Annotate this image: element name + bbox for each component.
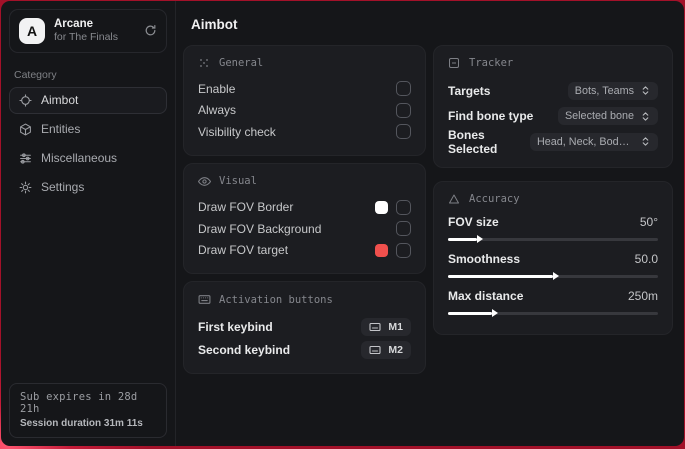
chevrons-up-down-icon [640,85,651,96]
find-bone-type-select[interactable]: Selected bone [557,107,658,126]
card-title: Accuracy [469,192,520,205]
sidebar-item-aimbot[interactable]: Aimbot [9,86,167,114]
smoothness-value: 50.0 [634,252,658,266]
fov-size-value: 50° [639,215,658,229]
tracker-card: Tracker Targets Bots, Teams Find bone ty… [433,45,673,168]
chevrons-up-down-icon [640,136,651,147]
keyboard-icon [369,321,382,333]
enable-checkbox[interactable] [396,81,411,97]
setting-row-find-bone-type: Find bone type Selected bone [448,104,658,130]
draw-fov-target-checkbox[interactable] [396,242,411,258]
card-title: Tracker [469,57,514,69]
setting-row-fov-size: FOV size 50° [448,214,658,241]
setting-row-visibility-check: Visibility check [198,121,411,143]
slider-fill [448,311,493,315]
subscription-status-card: Sub expires in 28d 21h Session duration … [9,383,167,438]
category-label: Category [14,68,57,81]
sidebar-item-settings[interactable]: Settings [9,174,167,201]
sidebar-item-label: Miscellaneous [41,151,118,165]
crosshair-dots-icon [198,57,211,69]
visibility-check-checkbox[interactable] [396,124,411,140]
page-title: Aimbot [191,17,238,32]
app-title: Arcane [54,18,93,30]
max-distance-value: 250m [627,289,658,303]
keyboard-icon [198,293,211,306]
setting-row-enable: Enable [198,78,411,100]
second-keybind-button[interactable]: M2 [361,340,411,359]
accuracy-card: Accuracy FOV size 50° Smoothness 50.0 Ma… [433,180,673,335]
minus-square-icon [448,57,461,69]
setting-row-draw-fov-target: Draw FOV target [198,240,411,262]
keyboard-icon [369,344,382,356]
card-title: Visual [219,175,257,187]
logo-card: A Arcane for The Finals [9,9,167,53]
bones-selected-select[interactable]: Head, Neck, Body, Pe... [530,132,658,151]
gear-icon [19,181,32,194]
sidebar-item-label: Entities [41,122,81,136]
first-keybind-button[interactable]: M1 [361,317,411,336]
crosshair-icon [19,94,32,107]
triangle-icon [448,193,461,205]
fov-target-color-swatch[interactable] [375,243,388,257]
setting-row-second-keybind: Second keybind M2 [198,338,411,361]
app-subtitle: for The Finals [54,31,118,44]
setting-row-smoothness: Smoothness 50.0 [448,251,658,278]
refresh-icon[interactable] [144,24,157,37]
cube-icon [19,123,32,136]
fov-border-color-swatch[interactable] [375,200,388,214]
fov-size-slider[interactable] [448,237,658,241]
setting-row-bones-selected: Bones Selected Head, Neck, Body, Pe... [448,128,658,156]
app-window: A Arcane for The Finals Category Aimbot [1,1,684,446]
general-card: General Enable Always Visibility check [183,45,426,156]
draw-fov-background-checkbox[interactable] [396,221,411,237]
setting-row-draw-fov-background: Draw FOV Background [198,218,411,240]
app-logo: A [19,17,45,44]
session-duration-text: Session duration 31m 11s [20,418,143,429]
slider-fill [448,237,478,241]
slider-fill [448,274,553,278]
visual-card: Visual Draw FOV Border Draw FOV Backgrou… [183,162,426,274]
setting-row-first-keybind: First keybind M1 [198,315,411,338]
sidebar-item-miscellaneous[interactable]: Miscellaneous [9,145,167,172]
card-title: Activation buttons [219,293,333,306]
eye-icon [198,175,211,188]
setting-row-draw-fov-border: Draw FOV Border [198,197,411,219]
max-distance-slider[interactable] [448,311,658,315]
setting-row-max-distance: Max distance 250m [448,288,658,315]
sidebar-item-label: Settings [41,180,85,194]
sidebar: A Arcane for The Finals Category Aimbot [1,1,176,446]
main-content: Aimbot General Enable Always Visibility … [176,1,684,446]
app-frame: A Arcane for The Finals Category Aimbot [0,0,685,449]
sub-expiry-text: Sub expires in 28d 21h [20,391,138,415]
chevrons-up-down-icon [640,111,651,122]
card-title: General [219,57,264,69]
setting-row-always: Always [198,100,411,122]
setting-row-targets: Targets Bots, Teams [448,78,658,104]
smoothness-slider[interactable] [448,274,658,278]
activation-buttons-card: Activation buttons First keybind M1 Seco… [183,281,426,374]
sidebar-item-entities[interactable]: Entities [9,116,167,143]
always-checkbox[interactable] [396,102,411,118]
sidebar-item-label: Aimbot [41,93,79,107]
targets-select[interactable]: Bots, Teams [567,81,658,100]
sidebar-nav: Aimbot Entities Miscellaneous Settings [1,86,175,201]
sliders-icon [19,152,32,165]
draw-fov-border-checkbox[interactable] [396,199,411,215]
